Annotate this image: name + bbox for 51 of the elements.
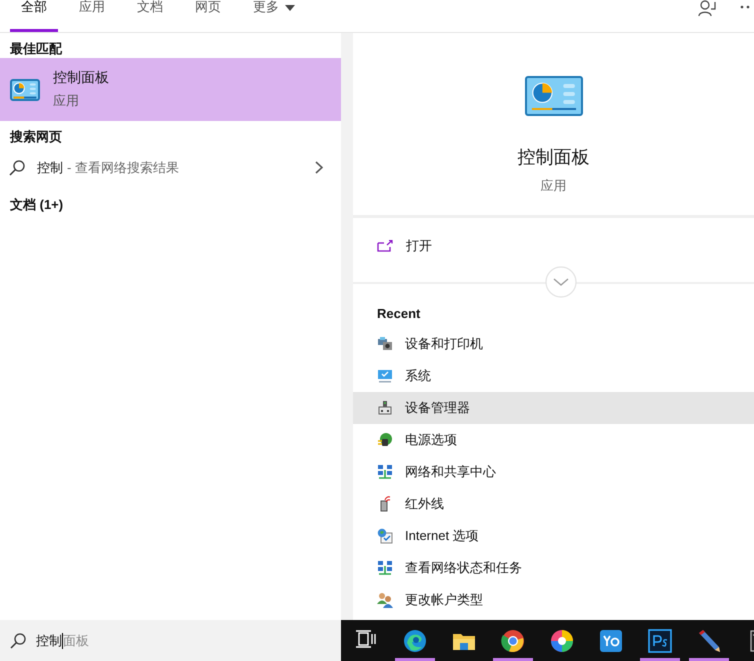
- recent-item[interactable]: 更改帐户类型: [353, 584, 754, 616]
- search-icon: [9, 160, 25, 176]
- result-subtitle: 应用: [53, 92, 80, 110]
- device-icon: [377, 400, 393, 416]
- chevron-right-icon: [315, 161, 323, 174]
- more-icon: [740, 5, 750, 9]
- search-completion: 面板: [63, 632, 89, 650]
- recent-item[interactable]: 查看网络状态和任务: [353, 552, 754, 584]
- monitor-icon: [377, 368, 393, 384]
- section-heading: 文档 (1+): [9, 196, 64, 214]
- best-match-item[interactable]: 控制面板 应用: [0, 58, 341, 121]
- control-panel-icon: [524, 76, 582, 116]
- power-plug-icon: [377, 432, 393, 448]
- network-icon: [377, 560, 393, 576]
- recent-item[interactable]: 设备管理器: [353, 392, 754, 424]
- recent-item[interactable]: Internet 选项: [353, 520, 754, 552]
- web-hint: - 查看网络搜索结果: [67, 158, 179, 176]
- app-title: 控制面板: [518, 146, 590, 169]
- recent-item[interactable]: 网络和共享中心: [353, 456, 754, 488]
- search-field[interactable]: 控制面板: [0, 620, 341, 661]
- chrome-icon[interactable]: [500, 629, 524, 653]
- recent-item[interactable]: 电源选项: [353, 424, 754, 456]
- section-heading: 最佳匹配: [9, 40, 64, 58]
- recent-heading: Recent: [376, 305, 422, 323]
- result-title: 控制面板: [53, 69, 109, 87]
- printer-camera-icon: [377, 336, 393, 352]
- web-query: 控制: [37, 158, 63, 176]
- users-icon: [377, 592, 393, 608]
- photoshop-icon[interactable]: [648, 629, 672, 653]
- network-icon: [377, 464, 393, 480]
- open-button[interactable]: 打开: [353, 218, 754, 274]
- recent-item[interactable]: 设备和打印机: [353, 328, 754, 360]
- tab[interactable]: 文档: [126, 0, 174, 32]
- tab[interactable]: 更多: [242, 0, 306, 32]
- tab[interactable]: 网页: [184, 0, 232, 32]
- tab[interactable]: 应用: [68, 0, 116, 32]
- recent-item[interactable]: 红外线: [353, 488, 754, 520]
- person-icon: [698, 0, 716, 16]
- app-subtitle: 应用: [540, 177, 566, 195]
- section-heading: 搜索网页: [8, 128, 63, 146]
- pen-icon[interactable]: [696, 629, 720, 653]
- swirl-icon[interactable]: [550, 629, 574, 653]
- web-search-item[interactable]: 控制 - 查看网络搜索结果: [0, 146, 341, 189]
- open-icon: [377, 240, 393, 252]
- control-panel-icon: [10, 78, 40, 100]
- globe-check-icon: [377, 528, 393, 544]
- search-text: 控制: [36, 632, 62, 650]
- edge-icon[interactable]: [402, 629, 426, 653]
- recent-item[interactable]: 系统: [353, 360, 754, 392]
- search-icon: [10, 632, 26, 648]
- speech-app-icon[interactable]: [598, 629, 622, 653]
